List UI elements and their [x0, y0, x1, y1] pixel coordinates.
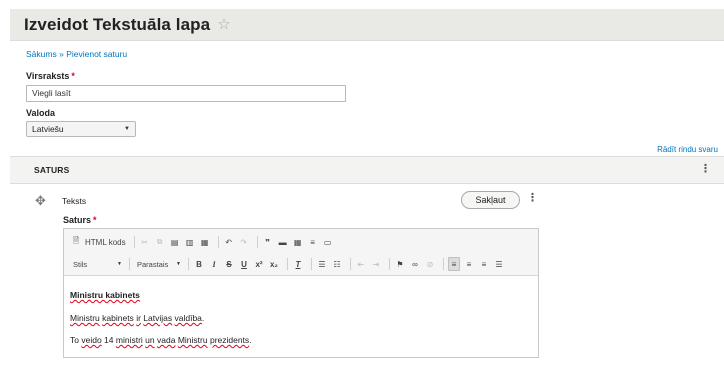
punctuation: .	[201, 313, 205, 323]
link-icon[interactable]: ∞	[409, 257, 421, 271]
punctuation: .	[249, 335, 252, 345]
outdent-icon[interactable]: ⇤	[355, 257, 367, 271]
toolbar-divider	[311, 258, 312, 270]
chevron-down-icon: ▼	[176, 261, 181, 267]
source-icon[interactable]: 🗎	[70, 235, 82, 249]
toolbar-divider	[188, 258, 189, 270]
word: To	[70, 335, 79, 345]
format-dropdown-label: Parastais	[137, 259, 169, 269]
style-dropdown[interactable]: Stils ▼	[70, 257, 125, 271]
word: prezidents	[209, 335, 250, 345]
toolbar-divider	[389, 258, 390, 270]
editor-toolbar: 🗎 HTML kods ✂ ⧉ ▤ ▥ ▦ ↶ ↷ ❞ ▬ ▦ ≡ ▭ Stil…	[64, 229, 538, 276]
copy-icon[interactable]: ⧉	[154, 235, 166, 249]
anchor-icon[interactable]: ⚑	[394, 257, 406, 271]
word: veido	[81, 335, 102, 345]
comment-icon[interactable]: ▭	[322, 235, 334, 249]
paste-text-icon[interactable]: ▥	[184, 235, 196, 249]
word: ministri	[115, 335, 143, 345]
language-select[interactable]: Latviešu ▼	[26, 121, 136, 137]
content-heading[interactable]: Ministru kabinets	[70, 290, 532, 300]
toolbar-divider	[217, 236, 219, 248]
content-heading-text: Ministru kabinets	[70, 290, 140, 300]
rich-text-editor: 🗎 HTML kods ✂ ⧉ ▤ ▥ ▦ ↶ ↷ ❞ ▬ ▦ ≡ ▭ Stil…	[63, 228, 539, 358]
numbered-list-icon[interactable]: ☷	[331, 257, 343, 271]
language-label: Valoda	[26, 108, 56, 118]
word: Latvijas	[143, 313, 173, 323]
bold-icon[interactable]: B	[193, 257, 205, 271]
italic-icon[interactable]: I	[208, 257, 220, 271]
number: 14	[101, 335, 116, 345]
horizontal-line-icon[interactable]: ≡	[307, 235, 319, 249]
strikethrough-icon[interactable]: S	[223, 257, 235, 271]
remove-format-icon[interactable]: T	[292, 257, 304, 271]
image-icon[interactable]: ▬	[277, 235, 289, 249]
table-icon[interactable]: ▦	[292, 235, 304, 249]
chevron-down-icon: ▼	[124, 126, 130, 132]
star-icon[interactable]: ☆	[217, 17, 230, 32]
redo-icon[interactable]: ↷	[238, 235, 250, 249]
breadcrumb-separator: »	[59, 49, 64, 59]
word: kabinets	[102, 313, 134, 323]
word: valdība	[174, 313, 202, 323]
word: un	[145, 335, 155, 345]
format-dropdown[interactable]: Parastais ▼	[134, 257, 184, 271]
content-paragraph-2[interactable]: To veido 14 ministri un vada Ministru pr…	[70, 335, 532, 345]
underline-icon[interactable]: U	[238, 257, 250, 271]
align-right-icon[interactable]: ≡	[478, 257, 490, 271]
bulleted-list-icon[interactable]: ☰	[316, 257, 328, 271]
paragraph-more-icon[interactable]: ⋮	[527, 193, 538, 204]
paste-icon[interactable]: ▤	[169, 235, 181, 249]
saturs-field-label-text: Saturs	[63, 215, 92, 225]
title-label-text: Virsraksts	[26, 71, 70, 81]
word: Ministru	[177, 335, 208, 345]
saturs-field-label: Saturs *	[63, 215, 97, 225]
subscript-icon[interactable]: x₂	[268, 257, 280, 271]
collapse-button[interactable]: Sakļaut	[461, 191, 520, 209]
chevron-down-icon: ▼	[117, 261, 122, 267]
paste-word-icon[interactable]: ▦	[199, 235, 211, 249]
editor-content[interactable]: Ministru kabinets Ministru kabinets ir L…	[64, 276, 538, 345]
breadcrumb-current[interactable]: Pievienot saturu	[66, 49, 127, 59]
word: Ministru	[70, 313, 100, 323]
indent-icon[interactable]: ⇥	[370, 257, 382, 271]
source-button[interactable]: HTML kods	[85, 235, 126, 249]
toolbar-divider	[350, 258, 351, 270]
unlink-icon[interactable]: ⊘	[424, 257, 436, 271]
page-header: Izveidot Tekstuāla lapa ☆	[10, 9, 724, 41]
toolbar-divider	[133, 236, 135, 248]
word: vada	[157, 335, 176, 345]
show-row-weights-link[interactable]: Rādīt rindu svaru	[657, 145, 718, 154]
drag-handle-icon[interactable]: ✥	[35, 194, 46, 207]
title-input[interactable]: Viegli lasīt	[26, 85, 346, 102]
content-paragraph-1[interactable]: Ministru kabinets ir Latvijas valdība.	[70, 313, 532, 323]
title-label: Virsraksts *	[26, 71, 75, 81]
toolbar-divider	[256, 236, 258, 248]
section-more-icon[interactable]: ⋮	[700, 164, 711, 175]
toolbar-divider	[443, 258, 444, 270]
breadcrumb-home[interactable]: Sākums	[26, 49, 57, 59]
toolbar-divider	[129, 258, 130, 270]
superscript-icon[interactable]: x²	[253, 257, 265, 271]
paragraph-type-label: Teksts	[62, 196, 87, 206]
toolbar-divider	[287, 258, 288, 270]
align-center-icon[interactable]: ≡	[463, 257, 475, 271]
blockquote-icon[interactable]: ❞	[262, 235, 274, 249]
required-marker: *	[93, 215, 97, 225]
style-dropdown-label: Stils	[73, 259, 88, 269]
page-title: Izveidot Tekstuāla lapa	[24, 14, 211, 34]
cut-icon[interactable]: ✂	[139, 235, 151, 249]
align-justify-icon[interactable]: ☰	[493, 257, 505, 271]
undo-icon[interactable]: ↶	[223, 235, 235, 249]
language-select-value: Latviešu	[32, 124, 64, 134]
breadcrumb: Sākums » Pievienot saturu	[26, 49, 127, 59]
required-marker: *	[71, 71, 75, 81]
saturs-section-header: SATURS	[10, 156, 724, 184]
align-left-icon[interactable]: ≡	[448, 257, 460, 271]
section-title: SATURS	[34, 165, 70, 175]
